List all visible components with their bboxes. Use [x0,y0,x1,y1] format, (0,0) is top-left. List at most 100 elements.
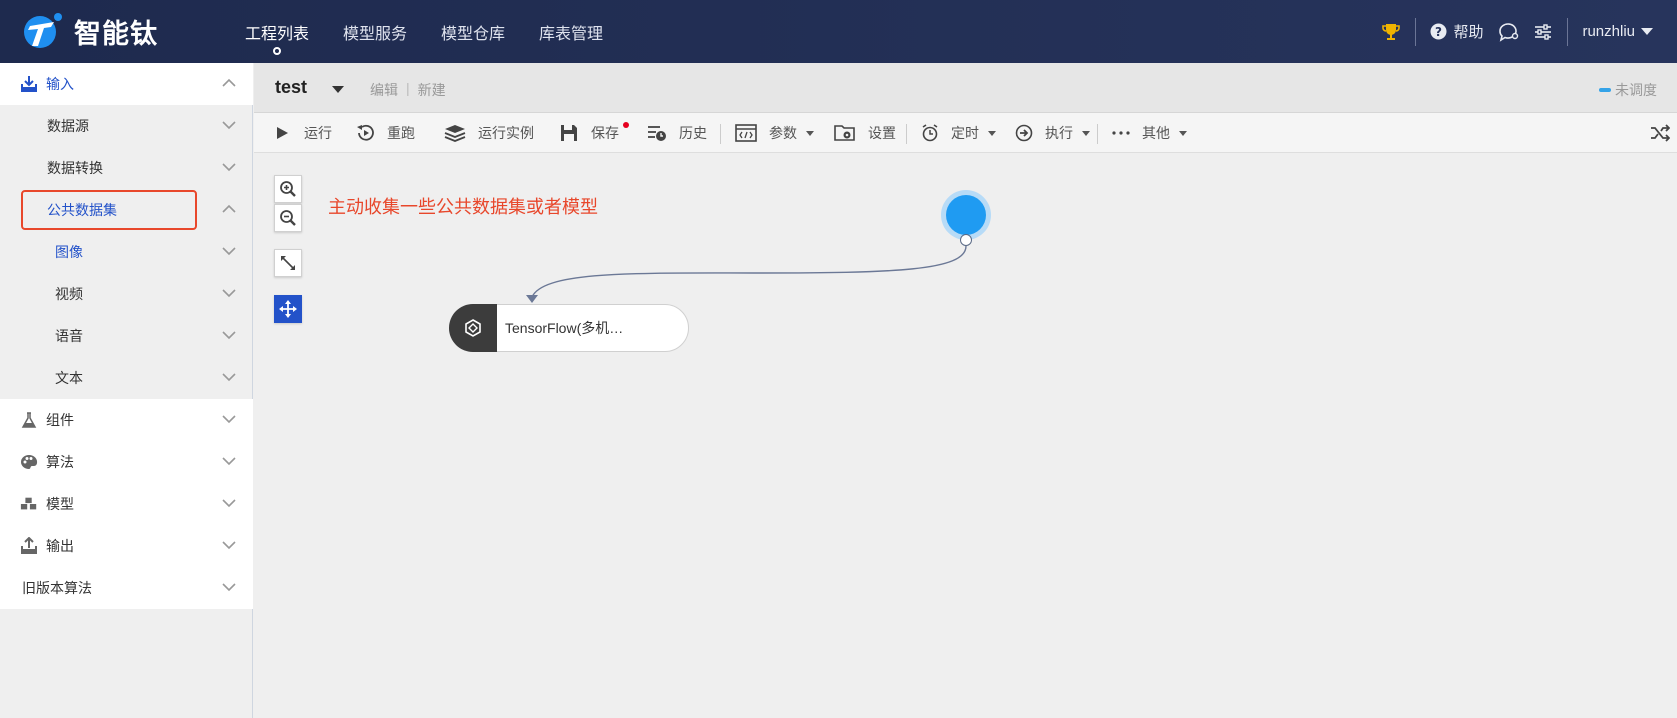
settings-button[interactable]: 设置 [834,113,896,153]
shuffle-icon [1651,124,1670,142]
run-button[interactable]: 运行 [274,113,332,153]
caret-down-icon [988,130,996,136]
start-node[interactable] [941,190,991,240]
nav-table-manage[interactable]: 库表管理 [522,0,620,63]
sidebar-item-speech[interactable]: 语音 [0,315,253,357]
nav-model-repo[interactable]: 模型仓库 [424,0,522,63]
palette-icon [20,453,38,471]
sidebar-item-video[interactable]: 视频 [0,273,253,315]
cube-icon [465,319,481,337]
nav-label: 模型服务 [343,25,408,43]
workflow-canvas[interactable]: 主动收集一些公共数据集或者模型 TensorFlow(多机… [254,153,1677,718]
divider [1415,17,1417,46]
project-actions: 编辑 | 新建 [370,80,446,100]
execute-label: 执行 [1045,125,1073,141]
project-name: test [275,77,308,97]
chat-bubble-icon[interactable] [1497,22,1519,42]
zoom-in-button[interactable] [274,175,302,203]
start-node-core [946,195,986,235]
new-link[interactable]: 新建 [418,80,446,100]
rerun-button[interactable]: 重跑 [355,113,415,153]
toolbar: 运行 重跑 运行实例 保存 历史 参数 设置 定时 执行 其他 [254,113,1677,153]
sidebar-item-image[interactable]: 图像 [0,231,253,273]
sidebar-item-label: 语音 [55,328,83,344]
sidebar-item-label: 输出 [46,538,74,554]
chevron-down-icon [222,415,236,424]
sidebar-item-datasource[interactable]: 数据源 [0,105,253,147]
other-button[interactable]: 其他 [1112,113,1187,153]
trophy-icon[interactable] [1381,22,1401,42]
zoom-in-icon [280,181,296,197]
sidebar-item-components[interactable]: 组件 [0,399,253,441]
node-icon-box [449,304,497,352]
chevron-down-icon [222,541,236,550]
zoom-out-button[interactable] [274,204,302,232]
project-switch-caret-icon[interactable] [332,86,344,93]
cubes-icon [20,495,38,513]
sidebar-item-input[interactable]: 输入 [0,63,253,105]
question-circle-icon: ? [1430,23,1447,40]
nav-label: 模型仓库 [441,25,506,43]
caret-down-icon [1082,130,1090,136]
sidebar-item-label: 数据转换 [47,160,103,176]
fit-view-button[interactable] [274,249,302,277]
params-button[interactable]: 参数 [735,113,814,153]
edit-link[interactable]: 编辑 [370,80,398,100]
username: runzhliu [1582,23,1635,40]
timer-label: 定时 [951,125,979,141]
sidebar-item-text[interactable]: 文本 [0,357,253,399]
flask-icon [20,411,38,429]
chevron-down-icon [222,457,236,466]
sidebar-item-algorithms[interactable]: 算法 [0,441,253,483]
svg-text:?: ? [1435,25,1442,39]
sidebar-item-label: 模型 [46,496,74,512]
save-button[interactable]: 保存 [559,113,629,153]
history-label: 历史 [679,125,707,141]
divider [1567,17,1569,46]
run-instances-label: 运行实例 [478,125,534,141]
help-button[interactable]: ? 帮助 [1430,21,1483,42]
params-label: 参数 [769,125,797,141]
main-area: test 编辑 | 新建 未调度 运行 重跑 运行实例 保存 历史 参数 设置 … [254,63,1677,718]
alarm-clock-icon [922,124,938,142]
chevron-up-icon [222,204,236,213]
tensorflow-node[interactable]: TensorFlow(多机… [449,304,689,352]
top-header: 智能钛 工程列表 模型服务 模型仓库 库表管理 ? 帮助 runzhliu [0,0,1677,63]
edge-arrow [526,295,538,303]
layout-shuffle-button[interactable] [1650,113,1670,153]
chevron-down-icon [222,331,236,340]
chevron-down-icon [222,289,236,298]
caret-down-icon [1179,130,1187,136]
play-icon [277,127,288,139]
header-actions: ? 帮助 runzhliu [1381,0,1653,63]
execute-button[interactable]: 执行 [1015,113,1090,153]
active-indicator [273,47,281,55]
sidebar-item-label: 文本 [55,370,83,386]
history-button[interactable]: 历史 [647,113,707,153]
timer-button[interactable]: 定时 [921,113,996,153]
rerun-label: 重跑 [387,125,415,141]
inbox-upload-icon [20,537,38,555]
nav-project-list[interactable]: 工程列表 [228,0,326,63]
run-instances-button[interactable]: 运行实例 [444,113,534,153]
zoom-out-icon [280,210,296,226]
node-label: TensorFlow(多机… [505,320,624,336]
user-menu[interactable]: runzhliu [1582,23,1653,40]
move-arrows-icon [279,300,297,318]
logo[interactable]: 智能钛 [20,10,158,52]
sidebar-item-output[interactable]: 输出 [0,525,253,567]
sidebar-item-label: 旧版本算法 [22,580,92,596]
sidebar-item-legacy-algorithms[interactable]: 旧版本算法 [0,567,253,609]
output-port[interactable] [960,234,972,246]
sliders-icon[interactable] [1533,22,1553,42]
sidebar-item-models[interactable]: 模型 [0,483,253,525]
sidebar-item-data-transform[interactable]: 数据转换 [0,147,253,189]
pan-mode-button[interactable] [274,295,302,323]
sidebar-item-label: 组件 [46,412,74,428]
chevron-down-icon [222,247,236,256]
chevron-down-icon [222,163,236,172]
settings-label: 设置 [868,125,896,141]
sidebar-item-label: 数据源 [47,118,89,134]
logo-icon [24,13,62,48]
nav-model-service[interactable]: 模型服务 [326,0,424,63]
